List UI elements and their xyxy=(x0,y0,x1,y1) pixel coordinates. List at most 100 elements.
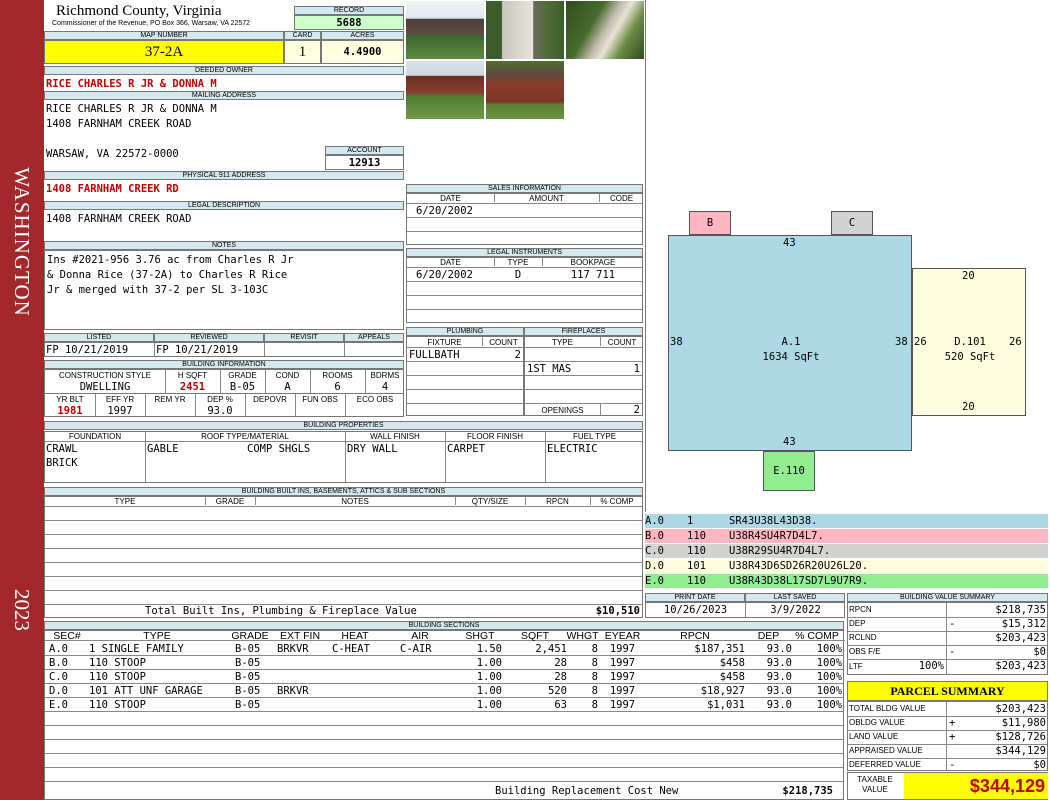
acres-label: ACRES xyxy=(321,31,404,40)
bv-rclnd: $203,423 xyxy=(995,632,1046,644)
section-row: D.0 101 ATT UNF GARAGE B-05 BRKVR 1.00 520 8 19… xyxy=(45,684,845,698)
section-shgt: 1.00 xyxy=(476,657,502,669)
fuel-header: FUEL TYPE xyxy=(572,432,617,441)
section-shgt: 1.00 xyxy=(476,685,502,697)
section-rpcn: $458 xyxy=(719,671,745,683)
bv-obs-label: OBS F/E xyxy=(849,647,881,656)
side-band: WASHINGTON 2023 xyxy=(0,0,44,800)
acres-value: 4.4900 xyxy=(321,40,404,64)
sections-header: WHGT xyxy=(566,630,599,642)
builtins-title: BUILDING BUILT INS, BASEMENTS, ATTICS & … xyxy=(44,487,643,496)
house-photo-side xyxy=(405,60,485,120)
fp-count-header: COUNT xyxy=(607,338,637,347)
section-grade: B-05 xyxy=(235,671,261,683)
mailing-line-1: RICE CHARLES R JR & DONNA M xyxy=(46,103,217,115)
yrblt-header: YR BLT xyxy=(56,395,84,404)
shed-photo xyxy=(485,0,565,60)
dim-a-bottom: 43 xyxy=(783,436,796,448)
section-type: 110 STOOP xyxy=(89,657,146,669)
section-whgt: 8 xyxy=(591,643,598,655)
bi-comp-header: % COMP xyxy=(600,497,634,506)
appraised-value: $344,129 xyxy=(995,745,1046,757)
grade-header: GRADE xyxy=(228,371,257,380)
deeded-owner-label: DEEDED OWNER xyxy=(44,66,404,75)
sales-amount-header: AMOUNT xyxy=(529,194,564,203)
sales-code-header: CODE xyxy=(609,194,634,203)
building-properties-title: BUILDING PROPERTIES xyxy=(44,421,643,430)
section-row: A.0 1 SINGLE FAMILY B-05 BRKVR C-HEAT C-AIR 1.… xyxy=(45,642,845,656)
listed-value: FP 10/21/2019 xyxy=(46,344,129,356)
notes-box: Ins #2021-956 3.76 ac from Charles R Jr … xyxy=(44,250,404,330)
section-row: B.0 110 STOOP B-05 1.00 28 8 1997 $458 93.0 100% xyxy=(45,656,845,670)
sections-header: SQFT xyxy=(521,630,549,642)
card-number: 1 xyxy=(284,40,321,64)
bv-ltf-label: LTF xyxy=(849,662,863,671)
legend-num: 110 xyxy=(687,545,706,557)
wall-header: WALL FINISH xyxy=(370,432,420,441)
sections-header: AIR xyxy=(411,630,429,642)
fp-type-header: TYPE xyxy=(552,338,573,347)
cond-header: COND xyxy=(275,371,300,380)
parcel-summary-table: TOTAL BLDG VALUE $203,423 OBLDG VALUE + … xyxy=(847,701,1048,771)
sketch-area: B C A.1 1634 SqFt D.101 520 SqFt E.110 4… xyxy=(645,0,1048,512)
plumbing-title: PLUMBING xyxy=(406,327,524,336)
legal-instruments-title: LEGAL INSTRUMENTS xyxy=(406,248,643,257)
land-sign: + xyxy=(949,731,956,743)
legal-description-label: LEGAL DESCRIPTION xyxy=(44,201,404,210)
section-sec: C.0 xyxy=(49,671,68,683)
legend-desc: SR43U38L43D38. xyxy=(729,515,818,527)
section-sec: E.0 xyxy=(49,699,68,711)
legend-desc: U38R4SU4R7D4L7. xyxy=(729,530,824,542)
fp-type: 1ST MAS xyxy=(527,363,572,375)
li-type: D xyxy=(514,269,522,281)
sections-header: GRADE xyxy=(231,630,269,642)
fixture-header: FIXTURE xyxy=(427,338,462,347)
sales-title: SALES INFORMATION xyxy=(406,184,643,193)
sketch-section-a: A.1 1634 SqFt xyxy=(668,235,912,451)
section-row: C.0 110 STOOP B-05 1.00 28 8 1997 $458 93.0 100% xyxy=(45,670,845,684)
taxable-box: TAXABLE VALUE $344,129 xyxy=(847,772,1048,800)
legend-num: 110 xyxy=(687,530,706,542)
bi-rpcn-header: RPCN xyxy=(546,497,569,506)
last-saved-label: LAST SAVED xyxy=(745,593,845,602)
section-type: 110 STOOP xyxy=(89,671,146,683)
section-sqft: 2,451 xyxy=(535,643,567,655)
sketch-section-e: E.110 xyxy=(763,451,815,491)
taxable-label-2: VALUE xyxy=(862,785,888,794)
deferred-label: DEFERRED VALUE xyxy=(849,760,921,769)
dock-photo xyxy=(565,0,645,60)
notes-line-3: Jr & merged with 37-2 per SL 3-103C xyxy=(47,284,269,296)
appraised-label: APPRAISED VALUE xyxy=(849,746,923,755)
sketch-d-area: 520 SqFt xyxy=(944,351,996,363)
building-sections-title: BUILDING SECTIONS xyxy=(44,621,844,630)
obldg-sign: + xyxy=(949,717,956,729)
house-photo-rear xyxy=(485,60,565,120)
sections-header: RPCN xyxy=(680,630,710,642)
section-sqft: 28 xyxy=(554,671,567,683)
section-dep: 93.0 xyxy=(766,699,792,711)
section-rpcn: $458 xyxy=(719,657,745,669)
legend-row: A.0 1 SR43U38L43D38. xyxy=(645,514,1048,528)
print-date: 10/26/2023 xyxy=(663,604,728,616)
legend-code: C.0 xyxy=(645,545,664,557)
section-shgt: 1.00 xyxy=(476,671,502,683)
building-info-grid-2: YR BLT EFF YR REM YR DEP % DEPOVR FUN OB… xyxy=(44,393,404,417)
hsqft-header: H SQFT xyxy=(177,371,208,380)
dates-row: 10/26/2023 3/9/2022 xyxy=(645,602,845,618)
notes-label: NOTES xyxy=(44,241,404,250)
section-heat: C-HEAT xyxy=(332,643,370,655)
section-shgt: 1.00 xyxy=(476,699,502,711)
notes-line-1: Ins #2021-956 3.76 ac from Charles R Jr xyxy=(47,254,294,266)
district-label: WASHINGTON xyxy=(10,167,34,317)
fireplaces-table: TYPE COUNT 1ST MAS 1 OPENINGS 2 xyxy=(524,336,643,416)
section-whgt: 8 xyxy=(591,671,598,683)
bv-summary-title: BUILDING VALUE SUMMARY xyxy=(847,593,1048,602)
bi-type-header: TYPE xyxy=(114,497,136,506)
record-number: 5688 xyxy=(294,15,404,30)
land-label: LAND VALUE xyxy=(849,732,899,741)
dim-d-top: 20 xyxy=(962,270,975,282)
section-dep: 93.0 xyxy=(766,657,792,669)
sections-header: TYPE xyxy=(143,630,171,642)
li-type-header: TYPE xyxy=(507,258,529,267)
section-type: 101 ATT UNF GARAGE xyxy=(89,685,203,697)
